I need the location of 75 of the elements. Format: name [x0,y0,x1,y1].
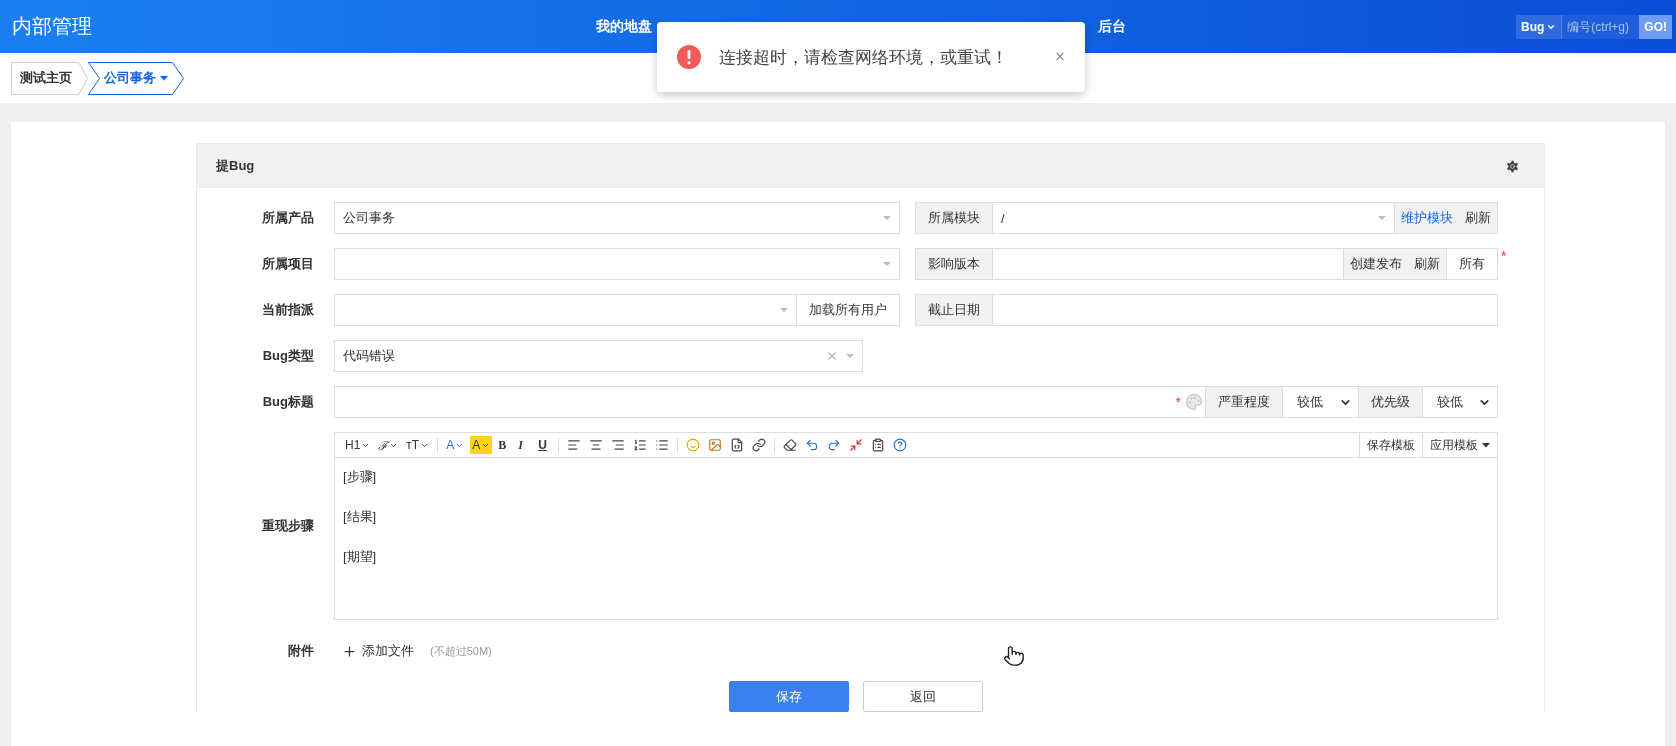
field-label: 优先级 [1359,386,1423,418]
editor-line: [结果] [343,508,378,526]
underline-tool[interactable]: U [536,436,553,454]
image-icon [708,438,723,452]
field-label: 所属项目 [261,255,314,273]
template-icon [871,438,886,452]
form-title: 提Bug [216,157,255,175]
editor-line: [步骤] [343,468,378,486]
add-file-link[interactable]: 添加文件 [342,642,414,660]
link-icon [752,438,767,452]
field-label: 附件 [287,642,314,660]
field-label: 严重程度 [1206,386,1283,418]
settings-icon[interactable] [1505,158,1520,174]
eraser-tool[interactable] [781,436,800,454]
field-label: 当前指派 [261,301,314,319]
align-center-icon [589,438,604,452]
ordered-list-icon [633,438,648,452]
template-button[interactable]: 应用模板 [1422,433,1497,457]
emoji-icon [686,438,701,452]
type-dropdown[interactable]: Bug [1516,14,1562,39]
field-label: 重现步骤 [261,517,314,535]
size-hint: (不超过50M) [430,643,492,659]
field-label: Bug标题 [261,393,314,411]
action-link[interactable]: 刷新 [1408,249,1446,279]
app-title: 内部管理 [11,14,93,39]
code-icon [730,438,745,452]
refresh-link[interactable]: 刷新 [1459,203,1497,233]
bold-tool[interactable]: B [496,436,513,454]
field-label: Bug类型 [261,347,314,365]
align-left-icon [567,438,582,452]
help-icon [893,438,908,452]
field-label: 影响版本 [915,248,992,280]
version-field[interactable] [992,248,1344,280]
save-button[interactable]: 保存 [729,681,849,712]
field-label: 所属产品 [261,209,314,227]
nav-item[interactable]: 我的地盘 [588,17,660,36]
align-right-icon [611,438,626,452]
editor-line: [期望] [343,548,378,566]
plus-icon [342,643,357,659]
required-mark: * [1501,248,1508,266]
title-field[interactable]: * [334,386,1206,418]
date-field[interactable] [992,294,1498,326]
required-mark: * [1175,394,1181,410]
module-select[interactable]: / [992,202,1395,234]
script-tool[interactable]: ℱ [376,436,401,454]
redo-icon [827,438,842,452]
product-select[interactable]: 公司事务 [334,202,900,234]
action-link[interactable]: 创建发布 [1344,249,1408,279]
text-tool[interactable]: H1 [343,436,373,454]
fullscreen-icon [849,438,864,452]
eraser-icon [783,438,798,452]
field-label: 截止日期 [915,294,992,326]
back-button[interactable]: 返回 [863,681,983,712]
breadcrumb-item[interactable]: 公司事务 [88,61,184,95]
close-button[interactable]: × [1055,47,1065,67]
pointer-cursor-icon [1003,645,1025,667]
highlight-tool[interactable]: A [470,436,493,454]
bullet-list-icon [655,438,670,452]
breadcrumb-item[interactable]: 测试主页 [11,61,88,95]
maintain-link[interactable]: 维护模块 [1395,203,1459,233]
field-label: 所属模块 [915,202,992,234]
template-button[interactable]: 保存模板 [1359,433,1422,457]
type-select[interactable]: 代码错误 [334,340,863,372]
undo-icon [805,438,820,452]
text-tool[interactable]: тT [404,436,432,454]
error-icon [677,45,701,69]
all-button[interactable]: 所有 [1446,249,1497,279]
font-color-tool[interactable]: A [444,436,467,454]
italic-tool[interactable]: I [516,436,533,454]
link-tool[interactable] [750,436,769,454]
rich-text-editor[interactable]: H1 ℱ тT A A B I U 保存模板 应用模板 [步骤] [结果] [期望] [334,432,1498,620]
toast-message: 连接超时，请检查网络环境，或重试！ [719,46,1009,69]
load-users-button[interactable]: 加载所有用户 [797,294,900,326]
nav-item[interactable]: 后台 [1090,17,1134,36]
priority-select[interactable]: 较低 [1423,386,1498,418]
